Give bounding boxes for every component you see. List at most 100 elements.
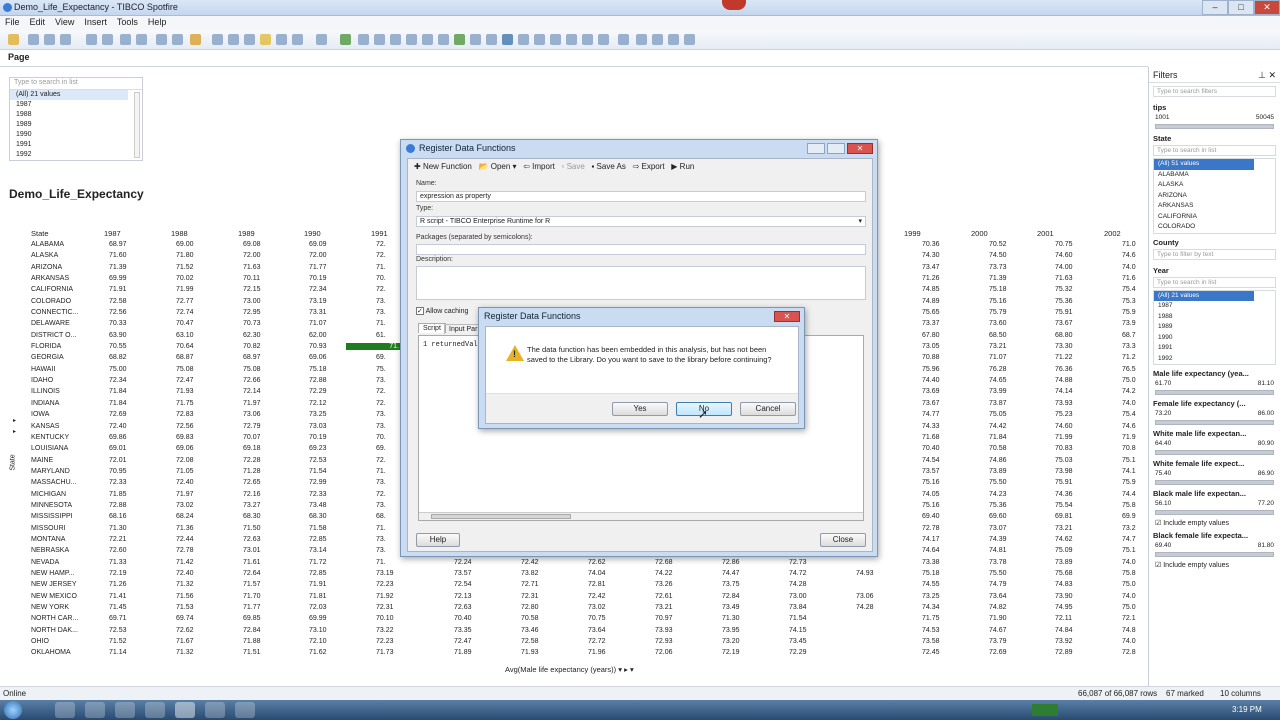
table-row[interactable]: NORTH CAR... 69.71 69.74 69.85 69.99 70.10 70.… bbox=[0, 614, 1148, 625]
import-button[interactable]: ⇦ Import bbox=[523, 162, 555, 171]
menu-insert[interactable]: Insert bbox=[79, 16, 112, 28]
clock[interactable]: 3:19 PM bbox=[1232, 705, 1262, 714]
list-item[interactable]: (All) 21 values bbox=[10, 90, 128, 100]
start-button[interactable] bbox=[4, 701, 22, 719]
list-icon[interactable] bbox=[276, 34, 287, 45]
new-page-icon[interactable] bbox=[340, 34, 351, 45]
column-header[interactable]: 1999 bbox=[904, 229, 921, 238]
filter-label[interactable]: Black male life expectan... bbox=[1149, 487, 1280, 500]
cut-icon[interactable] bbox=[120, 34, 131, 45]
filter-search-input[interactable]: Type to search in list bbox=[1153, 145, 1276, 156]
packages-field[interactable] bbox=[416, 244, 866, 255]
scrollbar-thumb[interactable] bbox=[431, 514, 571, 519]
app-icon[interactable] bbox=[205, 702, 225, 718]
table-row[interactable]: NEVADA 71.33 71.42 71.61 71.72 71. 72.24 72.42 7… bbox=[0, 558, 1148, 569]
menu-view[interactable]: View bbox=[50, 16, 79, 28]
undo-icon[interactable] bbox=[156, 34, 167, 45]
paste-icon[interactable] bbox=[136, 34, 147, 45]
column-header[interactable]: 2000 bbox=[971, 229, 988, 238]
bar-chart-icon[interactable] bbox=[406, 34, 417, 45]
filter-icon[interactable] bbox=[212, 34, 223, 45]
tab-input-parameters[interactable]: Input Par bbox=[444, 324, 483, 334]
media-icon[interactable] bbox=[115, 702, 135, 718]
search-icon[interactable] bbox=[44, 34, 55, 45]
menu-help[interactable]: Help bbox=[143, 16, 172, 28]
box-plot-icon[interactable] bbox=[582, 34, 593, 45]
arrow-right-icon[interactable]: ▸ bbox=[13, 428, 16, 435]
list-item[interactable]: ALABAMA bbox=[1154, 170, 1275, 181]
app-icon[interactable] bbox=[235, 702, 255, 718]
cross-table-icon[interactable] bbox=[374, 34, 385, 45]
column-header[interactable]: 1989 bbox=[238, 229, 255, 238]
close-icon[interactable]: ✕ bbox=[774, 311, 800, 322]
spotfire-task-icon[interactable] bbox=[175, 702, 195, 718]
filter-label[interactable]: White female life expect... bbox=[1149, 457, 1280, 470]
run-button[interactable]: ▶ Run bbox=[671, 162, 694, 171]
filter-label[interactable]: Female life expectancy (... bbox=[1149, 397, 1280, 410]
chevron-down-icon[interactable]: ▾ bbox=[628, 665, 634, 674]
list-item[interactable]: 1989 bbox=[10, 120, 142, 130]
list-item[interactable]: 1990 bbox=[10, 130, 142, 140]
range-slider[interactable] bbox=[1155, 420, 1274, 425]
state-filter-list[interactable]: (All) 51 values ALABAMA ALASKA ARIZONA A… bbox=[1153, 158, 1276, 234]
include-empty-option[interactable]: ☑ Include empty values bbox=[1149, 559, 1280, 571]
filter-text-input[interactable]: Type to filter by text bbox=[1153, 248, 1276, 260]
list-item[interactable]: 1989 bbox=[1154, 322, 1275, 333]
filter-search-input[interactable]: Type to search in list bbox=[1153, 276, 1276, 288]
list-search-input[interactable]: Type to search in list bbox=[10, 78, 142, 90]
list-item[interactable]: 1988 bbox=[1154, 312, 1275, 323]
filter-label[interactable]: White male life expectan... bbox=[1149, 427, 1280, 440]
heat-map-icon[interactable] bbox=[534, 34, 545, 45]
open-button[interactable]: 📂 Open ▾ bbox=[479, 162, 517, 171]
list-item[interactable]: ALASKA bbox=[1154, 180, 1275, 191]
table-row[interactable]: NEW YORK 71.45 71.53 71.77 72.03 72.31 72.63 72… bbox=[0, 603, 1148, 614]
list-item[interactable]: ARIZONA bbox=[1154, 191, 1275, 202]
bookmark-icon[interactable] bbox=[244, 34, 255, 45]
help-button[interactable]: Help bbox=[416, 533, 460, 547]
pin-icon[interactable]: ⊥ bbox=[1258, 70, 1266, 81]
maximize-button[interactable] bbox=[827, 143, 845, 154]
checkbox[interactable]: ☑ bbox=[1155, 520, 1163, 527]
treemap-icon[interactable] bbox=[518, 34, 529, 45]
pie-chart-icon[interactable] bbox=[454, 34, 465, 45]
list-item[interactable]: ARKANSAS bbox=[1154, 201, 1275, 212]
graphical-table-icon[interactable] bbox=[390, 34, 401, 45]
column-header[interactable]: 1987 bbox=[104, 229, 121, 238]
table-icon[interactable] bbox=[358, 34, 369, 45]
maximize-visualization-icon[interactable] bbox=[684, 34, 695, 45]
table-row[interactable]: NEW JERSEY 71.26 71.32 71.57 71.91 72.23 72.54… bbox=[0, 580, 1148, 591]
close-window-button[interactable]: ✕ bbox=[1254, 0, 1280, 15]
range-slider[interactable] bbox=[1155, 552, 1274, 557]
table-row[interactable]: NORTH DAK... 72.53 72.62 72.84 73.10 73.22 73.… bbox=[0, 626, 1148, 637]
close-icon[interactable]: ✕ bbox=[1268, 70, 1276, 81]
column-header[interactable]: 1991 bbox=[371, 229, 388, 238]
column-header-state[interactable]: State bbox=[31, 229, 49, 238]
menu-edit[interactable]: Edit bbox=[25, 16, 51, 28]
chrome-icon[interactable] bbox=[145, 702, 165, 718]
layout-columns-icon[interactable] bbox=[652, 34, 663, 45]
save-as-button[interactable]: ▪ Save As bbox=[591, 162, 625, 171]
menu-tools[interactable]: Tools bbox=[112, 16, 143, 28]
list-item[interactable]: 1991 bbox=[10, 140, 142, 150]
close-button[interactable]: Close bbox=[820, 533, 866, 547]
filter-label[interactable]: tips bbox=[1149, 101, 1280, 114]
list-item[interactable]: (All) 51 values bbox=[1154, 159, 1254, 170]
range-slider[interactable] bbox=[1155, 480, 1274, 485]
filter-label[interactable]: Male life expectancy (yea... bbox=[1149, 367, 1280, 380]
axis-selector[interactable]: Avg(Male life expectancy (years)) ▾ ▸ ▾ bbox=[505, 665, 634, 674]
save-icon[interactable] bbox=[60, 34, 71, 45]
combination-chart-icon[interactable] bbox=[438, 34, 449, 45]
summary-table-icon[interactable] bbox=[566, 34, 577, 45]
3d-scatter-icon[interactable] bbox=[486, 34, 497, 45]
layout-rows-icon[interactable] bbox=[668, 34, 679, 45]
range-slider[interactable] bbox=[1155, 390, 1274, 395]
explorer-icon[interactable] bbox=[85, 702, 105, 718]
arrow-right-icon[interactable]: ▸ bbox=[13, 417, 16, 424]
yes-button[interactable]: Yes bbox=[612, 402, 668, 416]
name-field[interactable]: expression as property bbox=[416, 191, 866, 202]
details-icon[interactable] bbox=[228, 34, 239, 45]
list-item[interactable]: 1992 bbox=[10, 150, 142, 160]
range-slider[interactable] bbox=[1155, 510, 1274, 515]
year-filter-list[interactable]: (All) 21 values 1987 1988 1989 1990 1991… bbox=[1153, 289, 1276, 365]
filter-search-input[interactable]: Type to search filters bbox=[1153, 86, 1276, 97]
